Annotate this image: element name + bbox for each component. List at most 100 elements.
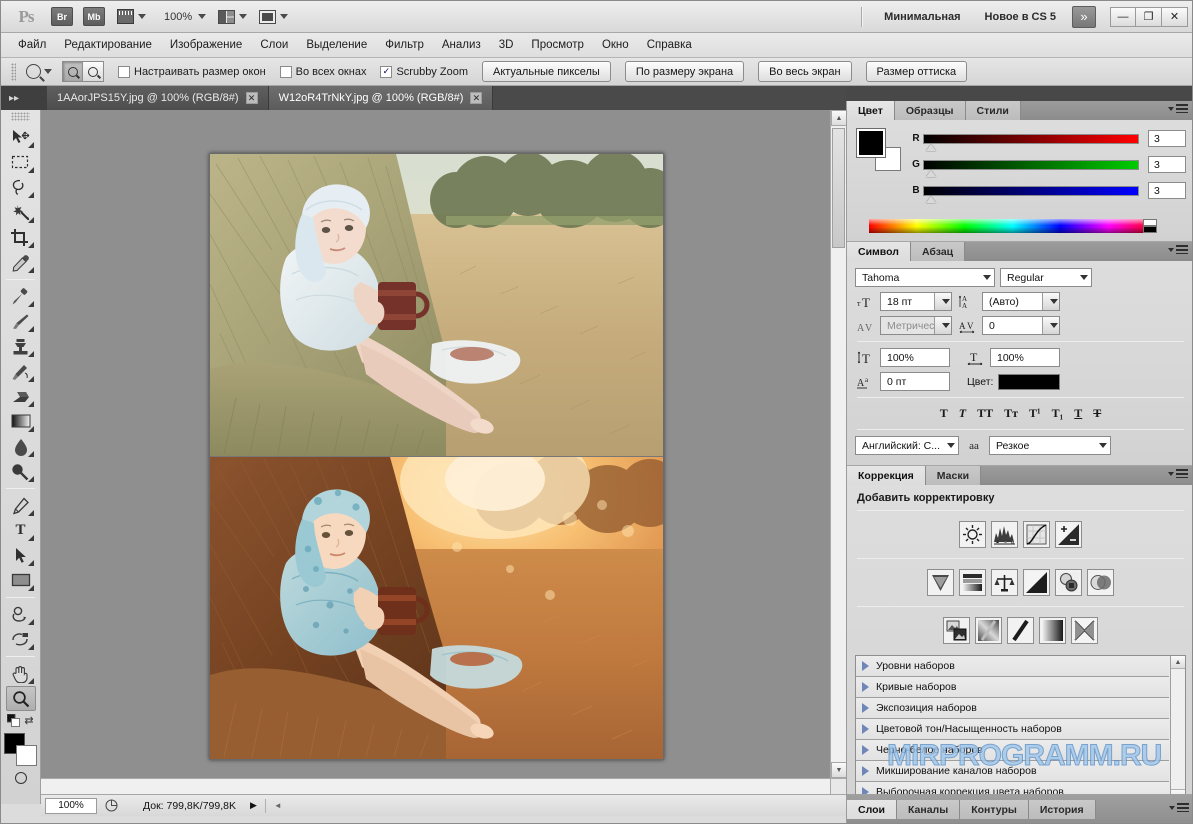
channel-b-value[interactable]: 3 xyxy=(1148,182,1186,199)
preset-row-exposure[interactable]: Экспозиция наборов xyxy=(856,698,1169,719)
tool-zoom[interactable] xyxy=(5,686,36,711)
channel-b-knob[interactable] xyxy=(926,195,936,203)
kerning-dropdown-button[interactable] xyxy=(934,317,951,334)
document-canvas[interactable] xyxy=(209,153,664,760)
launch-mini-bridge-button[interactable]: Mb xyxy=(83,7,105,26)
vertical-scale-field[interactable]: 100% xyxy=(880,348,950,367)
canvas-area[interactable]: ▲ ▼ xyxy=(41,110,846,794)
tool-blur[interactable] xyxy=(6,434,36,459)
window-minimize-button[interactable]: — xyxy=(1110,6,1136,27)
menu-analysis[interactable]: Анализ xyxy=(433,36,490,54)
menu-help[interactable]: Справка xyxy=(638,36,701,54)
resize-windows-option[interactable]: Настраивать размер окон xyxy=(118,65,266,78)
quick-mask-toggle[interactable] xyxy=(6,769,36,787)
language-select[interactable]: Английский: С... xyxy=(855,436,959,455)
curves-icon[interactable] xyxy=(1023,521,1050,548)
pen-flyout-triangle[interactable] xyxy=(27,510,34,516)
channel-r-value[interactable]: 3 xyxy=(1148,130,1186,147)
superscript-button[interactable]: T¹ xyxy=(1029,406,1041,421)
adjustment-presets-list[interactable]: Уровни наборов Кривые наборов Экспозиция… xyxy=(855,655,1186,803)
status-info-expander[interactable]: ▶ xyxy=(250,800,257,811)
default-colors-icon[interactable] xyxy=(7,714,21,727)
all-caps-button[interactable]: TT xyxy=(977,406,993,421)
scrubby-zoom-option[interactable]: ✓ Scrubby Zoom xyxy=(380,65,468,78)
color-balance-icon[interactable] xyxy=(991,569,1018,596)
menu-select[interactable]: Выделение xyxy=(297,36,376,54)
healing-flyout-triangle[interactable] xyxy=(27,301,34,307)
font-size-dropdown-button[interactable] xyxy=(934,293,951,310)
preset-row-curves[interactable]: Кривые наборов xyxy=(856,677,1169,698)
status-preview-icon[interactable] xyxy=(101,798,121,814)
selective-color-icon[interactable] xyxy=(1071,617,1098,644)
preset-expand-triangle-icon[interactable] xyxy=(862,661,869,671)
spectrum-end-swatches[interactable] xyxy=(1143,219,1157,233)
menu-file[interactable]: Файл xyxy=(9,36,55,54)
tool-preset-picker[interactable] xyxy=(26,64,52,79)
black-white-icon[interactable] xyxy=(1023,569,1050,596)
channel-g-value[interactable]: 3 xyxy=(1148,156,1186,173)
underline-button[interactable]: T xyxy=(1074,406,1082,421)
crop-flyout-triangle[interactable] xyxy=(27,242,34,248)
tool-lasso[interactable] xyxy=(6,175,36,200)
tool-marquee[interactable] xyxy=(6,150,36,175)
tool-magic-wand[interactable] xyxy=(6,200,36,225)
zoom-chevron-down-icon[interactable] xyxy=(198,14,207,19)
menu-window[interactable]: Окно xyxy=(593,36,638,54)
document-tab-2[interactable]: W12oR4TrNkY.jpg @ 100% (RGB/8#) ✕ xyxy=(268,86,494,110)
workspace-new-in-cs5-button[interactable]: Новое в CS 5 xyxy=(973,11,1068,23)
document-tab-2-close-icon[interactable]: ✕ xyxy=(470,92,483,104)
dodge-flyout-triangle[interactable] xyxy=(27,476,34,482)
channel-b-slider[interactable] xyxy=(923,185,1139,203)
orbit-3d-flyout-triangle[interactable] xyxy=(27,644,34,650)
tool-type[interactable]: T xyxy=(6,518,36,543)
arrange-documents-button[interactable] xyxy=(218,7,248,27)
actual-pixels-button[interactable]: Актуальные пикселы xyxy=(481,61,611,82)
preset-expand-triangle-icon[interactable] xyxy=(862,682,869,692)
brightness-contrast-icon[interactable] xyxy=(959,521,986,548)
tab-strip-collapse-handle[interactable]: ▸▸ xyxy=(1,86,47,110)
canvas-viewport[interactable] xyxy=(41,110,830,778)
invert-icon[interactable] xyxy=(943,617,970,644)
eyedropper-flyout-triangle[interactable] xyxy=(27,267,34,273)
canvas-horizontal-scrollbar[interactable] xyxy=(41,778,830,794)
tool-brush[interactable] xyxy=(6,309,36,334)
tool-3d-camera-orbit[interactable] xyxy=(6,627,36,652)
menu-filter[interactable]: Фильтр xyxy=(376,36,433,54)
tab-paragraph[interactable]: Абзац xyxy=(910,242,966,261)
faux-italic-button[interactable]: T xyxy=(959,406,966,421)
workspace-overflow-button[interactable]: » xyxy=(1072,5,1096,28)
channel-g-knob[interactable] xyxy=(926,169,936,177)
preset-row-levels[interactable]: Уровни наборов xyxy=(856,656,1169,677)
preset-row-black-white[interactable]: Черно-белое наборов xyxy=(856,740,1169,761)
menu-edit[interactable]: Редактирование xyxy=(55,36,161,54)
document-tab-1[interactable]: 1AAorJPS15Y.jpg @ 100% (RGB/8#) ✕ xyxy=(47,86,269,110)
preset-row-hue-saturation[interactable]: Цветовой тон/Насыщенность наборов xyxy=(856,719,1169,740)
move-tool-flyout-triangle[interactable] xyxy=(27,142,34,148)
appbar-zoom-level[interactable]: 100% xyxy=(164,11,192,23)
faux-bold-button[interactable]: T xyxy=(940,406,948,421)
tool-gradient[interactable] xyxy=(6,409,36,434)
adjustments-panel-menu-button[interactable] xyxy=(1168,469,1188,478)
toolbox-grip[interactable] xyxy=(11,112,30,121)
tool-spot-healing[interactable] xyxy=(6,284,36,309)
tab-styles[interactable]: Стили xyxy=(965,101,1021,120)
layers-dock-menu-button[interactable] xyxy=(1169,803,1189,812)
tab-paths[interactable]: Контуры xyxy=(960,800,1029,819)
all-windows-option[interactable]: Во всех окнах xyxy=(279,65,366,78)
status-scroll-left-arrow[interactable]: ◄ xyxy=(274,801,282,810)
all-windows-checkbox[interactable] xyxy=(279,65,292,78)
print-size-button[interactable]: Размер оттиска xyxy=(865,61,968,82)
threshold-icon[interactable] xyxy=(1007,617,1034,644)
lasso-flyout-triangle[interactable] xyxy=(27,192,34,198)
menu-layers[interactable]: Слои xyxy=(251,36,297,54)
channel-mixer-icon[interactable] xyxy=(1087,569,1114,596)
tracking-field[interactable]: 0 xyxy=(982,316,1060,335)
tool-move[interactable] xyxy=(6,125,36,150)
photo-filter-icon[interactable] xyxy=(1055,569,1082,596)
tool-pen[interactable] xyxy=(6,493,36,518)
tab-history[interactable]: История xyxy=(1028,800,1096,819)
canvas-vertical-scroll-thumb[interactable] xyxy=(832,128,845,248)
preset-row-channel-mixer[interactable]: Микширование каналов наборов xyxy=(856,761,1169,782)
type-flyout-triangle[interactable] xyxy=(27,535,34,541)
channel-r-slider[interactable] xyxy=(923,133,1139,151)
